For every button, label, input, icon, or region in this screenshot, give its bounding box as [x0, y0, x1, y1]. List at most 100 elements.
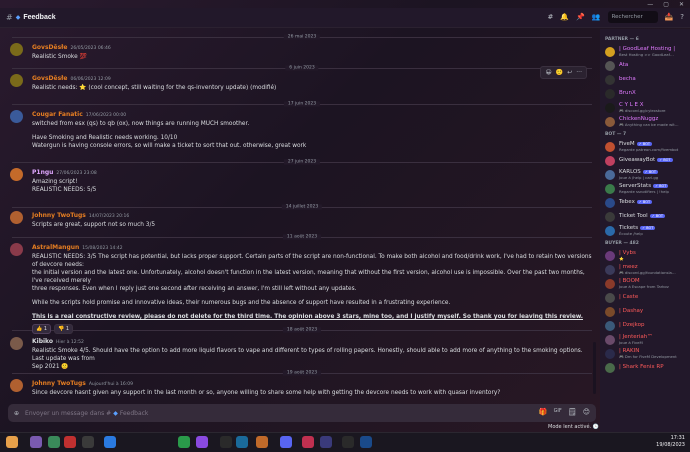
avatar: [605, 169, 615, 180]
reply-icon[interactable]: ↩: [567, 69, 572, 76]
gif-icon[interactable]: GIF: [554, 408, 562, 416]
member-item[interactable]: becha: [605, 73, 690, 86]
member-name: Tickets: [619, 224, 639, 231]
threads-icon[interactable]: #: [548, 13, 554, 21]
member-item[interactable]: | Caste: [605, 291, 690, 304]
avatar[interactable]: [10, 74, 23, 87]
member-item[interactable]: GiveawayBot ✓ BOT: [605, 154, 690, 167]
author-name[interactable]: AstralMangun: [32, 244, 79, 251]
gift-icon[interactable]: 🎁: [539, 408, 548, 416]
app-icon[interactable]: [220, 436, 232, 448]
member-item[interactable]: | BOOM Joue à Escape from Tarkov: [605, 277, 690, 290]
member-item[interactable]: C Y L E X 🎮 discord.gg/cylexstore: [605, 101, 690, 114]
add-attachment-icon[interactable]: ⊕: [14, 410, 19, 417]
avatar: [605, 74, 615, 85]
member-item[interactable]: | GoodLeaf Hosting | Best Hosting >> Good…: [605, 45, 690, 58]
member-item[interactable]: | Jenteriah™ Joue à FiveM: [605, 333, 690, 346]
member-item[interactable]: Ticket Tool ✓ BOT: [605, 210, 690, 223]
reaction-icon[interactable]: 🙂: [556, 69, 563, 76]
app-icon[interactable]: [360, 436, 372, 448]
app-icon[interactable]: [320, 436, 332, 448]
member-item[interactable]: KARLOS ✓ BOT Joue à /help | carl.gg: [605, 168, 690, 181]
avatar[interactable]: [10, 211, 23, 224]
date-separator: 14 juillet 2023: [12, 204, 592, 210]
more-options-icon[interactable]: ···: [576, 69, 582, 76]
member-item[interactable]: Tickets ✓ BOT Écoute /help: [605, 224, 690, 237]
member-item[interactable]: ChickenNuggz 🎮 Anything can be made wit…: [605, 115, 690, 128]
discord-icon[interactable]: [280, 436, 292, 448]
emoji-icon[interactable]: 😊: [583, 408, 590, 416]
app-icon[interactable]: [342, 436, 354, 448]
member-item[interactable]: | Shark Fenix RP: [605, 361, 690, 374]
channel-title: Feedback: [23, 14, 56, 21]
member-name: | Vybs: [619, 249, 636, 256]
pin-icon[interactable]: 📌: [576, 13, 585, 21]
message-text: Realistic needs: ⭐ (cool concept, still …: [32, 85, 277, 91]
member-item[interactable]: FiveM ✓ BOT Regarde patreon.com/fivembot: [605, 140, 690, 153]
app-icon[interactable]: [178, 436, 190, 448]
taskbar-clock[interactable]: 17:31 19/08/2023: [656, 435, 685, 449]
app-icon[interactable]: [30, 436, 42, 448]
member-item[interactable]: | RAKIN 🎮 Dm for FiveM Development: [605, 347, 690, 360]
app-icon[interactable]: [302, 436, 314, 448]
message-text: Watergun is having console errors, so wi…: [32, 143, 307, 149]
reaction-button[interactable]: 👎 1: [54, 324, 73, 334]
message-text: Have Smoking and Realistic needs working…: [32, 135, 178, 141]
avatar[interactable]: [10, 243, 23, 256]
inbox-icon[interactable]: 📥: [665, 13, 674, 21]
composer-channel: Feedback: [119, 409, 149, 417]
avatar: [605, 250, 615, 261]
app-icon[interactable]: [48, 436, 60, 448]
message-text: REALISTIC NEEDS: 3/5 The script has pote…: [32, 254, 592, 268]
message-composer[interactable]: ⊕ Envoyer un message dans # ◆ Feedback 🎁…: [8, 404, 596, 422]
author-name[interactable]: GovsDēsłe: [32, 44, 67, 51]
maximize-button[interactable]: ▢: [663, 1, 669, 8]
sticker-icon[interactable]: 🗒: [568, 408, 577, 416]
member-item[interactable]: | Dashay: [605, 305, 690, 318]
author-name[interactable]: GovsDēsłe: [32, 75, 67, 82]
notification-bell-icon[interactable]: 🔔: [560, 13, 569, 21]
avatar[interactable]: [10, 337, 23, 350]
message-text: switched from esx (qs) to qb (ox), now t…: [32, 121, 250, 127]
app-icon[interactable]: [82, 436, 94, 448]
app-icon[interactable]: [196, 436, 208, 448]
member-item[interactable]: BrunX: [605, 87, 690, 100]
member-list-icon[interactable]: 👥: [592, 13, 601, 21]
member-item[interactable]: | meez 🎮 discord.gg/foundationsla…: [605, 263, 690, 276]
app-icon[interactable]: [104, 436, 116, 448]
date-separator: 6 juin 2023: [12, 65, 592, 71]
member-item[interactable]: | Vybs ⭐: [605, 249, 690, 262]
app-icon[interactable]: [236, 436, 248, 448]
forum-diamond-icon: ◆: [113, 409, 118, 417]
close-button[interactable]: ✕: [679, 1, 684, 8]
author-name[interactable]: Kibiko: [32, 338, 53, 345]
app-icon[interactable]: [64, 436, 76, 448]
help-icon[interactable]: ?: [680, 13, 684, 21]
avatar: [605, 362, 615, 373]
reaction-button[interactable]: 👍 1: [32, 324, 51, 334]
avatar[interactable]: [10, 110, 23, 123]
date-label: 6 juin 2023: [285, 65, 319, 71]
date-label: 11 août 2023: [282, 234, 322, 240]
member-item[interactable]: Tebex ✓ BOT: [605, 196, 690, 209]
member-item[interactable]: ServerStats ✓ BOT Regarde ssnotifiers | !h…: [605, 182, 690, 195]
avatar[interactable]: [10, 43, 23, 56]
author-name[interactable]: P1ngu: [32, 169, 53, 176]
timestamp: 17/06/2023 00:00: [85, 113, 127, 118]
member-status: ⭐: [619, 256, 624, 261]
folder-icon[interactable]: [6, 436, 18, 448]
member-item[interactable]: | Dzejkop: [605, 319, 690, 332]
avatar[interactable]: [10, 168, 23, 181]
add-reaction-icon[interactable]: 😀: [545, 69, 551, 76]
scrollbar[interactable]: [593, 29, 597, 404]
author-name[interactable]: Cougar Fanatic: [32, 111, 83, 118]
composer-placeholder: Envoyer un message dans #: [25, 409, 112, 417]
member-name: | Jenteriah™: [619, 333, 653, 340]
search-input[interactable]: Rechercher: [607, 11, 658, 23]
author-name[interactable]: Johnny TwoTugs: [32, 380, 86, 387]
minimize-button[interactable]: —: [647, 1, 653, 8]
app-icon[interactable]: [256, 436, 268, 448]
member-item[interactable]: Ata: [605, 59, 690, 72]
avatar[interactable]: [10, 379, 23, 392]
author-name[interactable]: Johnny TwoTugs: [32, 212, 86, 219]
